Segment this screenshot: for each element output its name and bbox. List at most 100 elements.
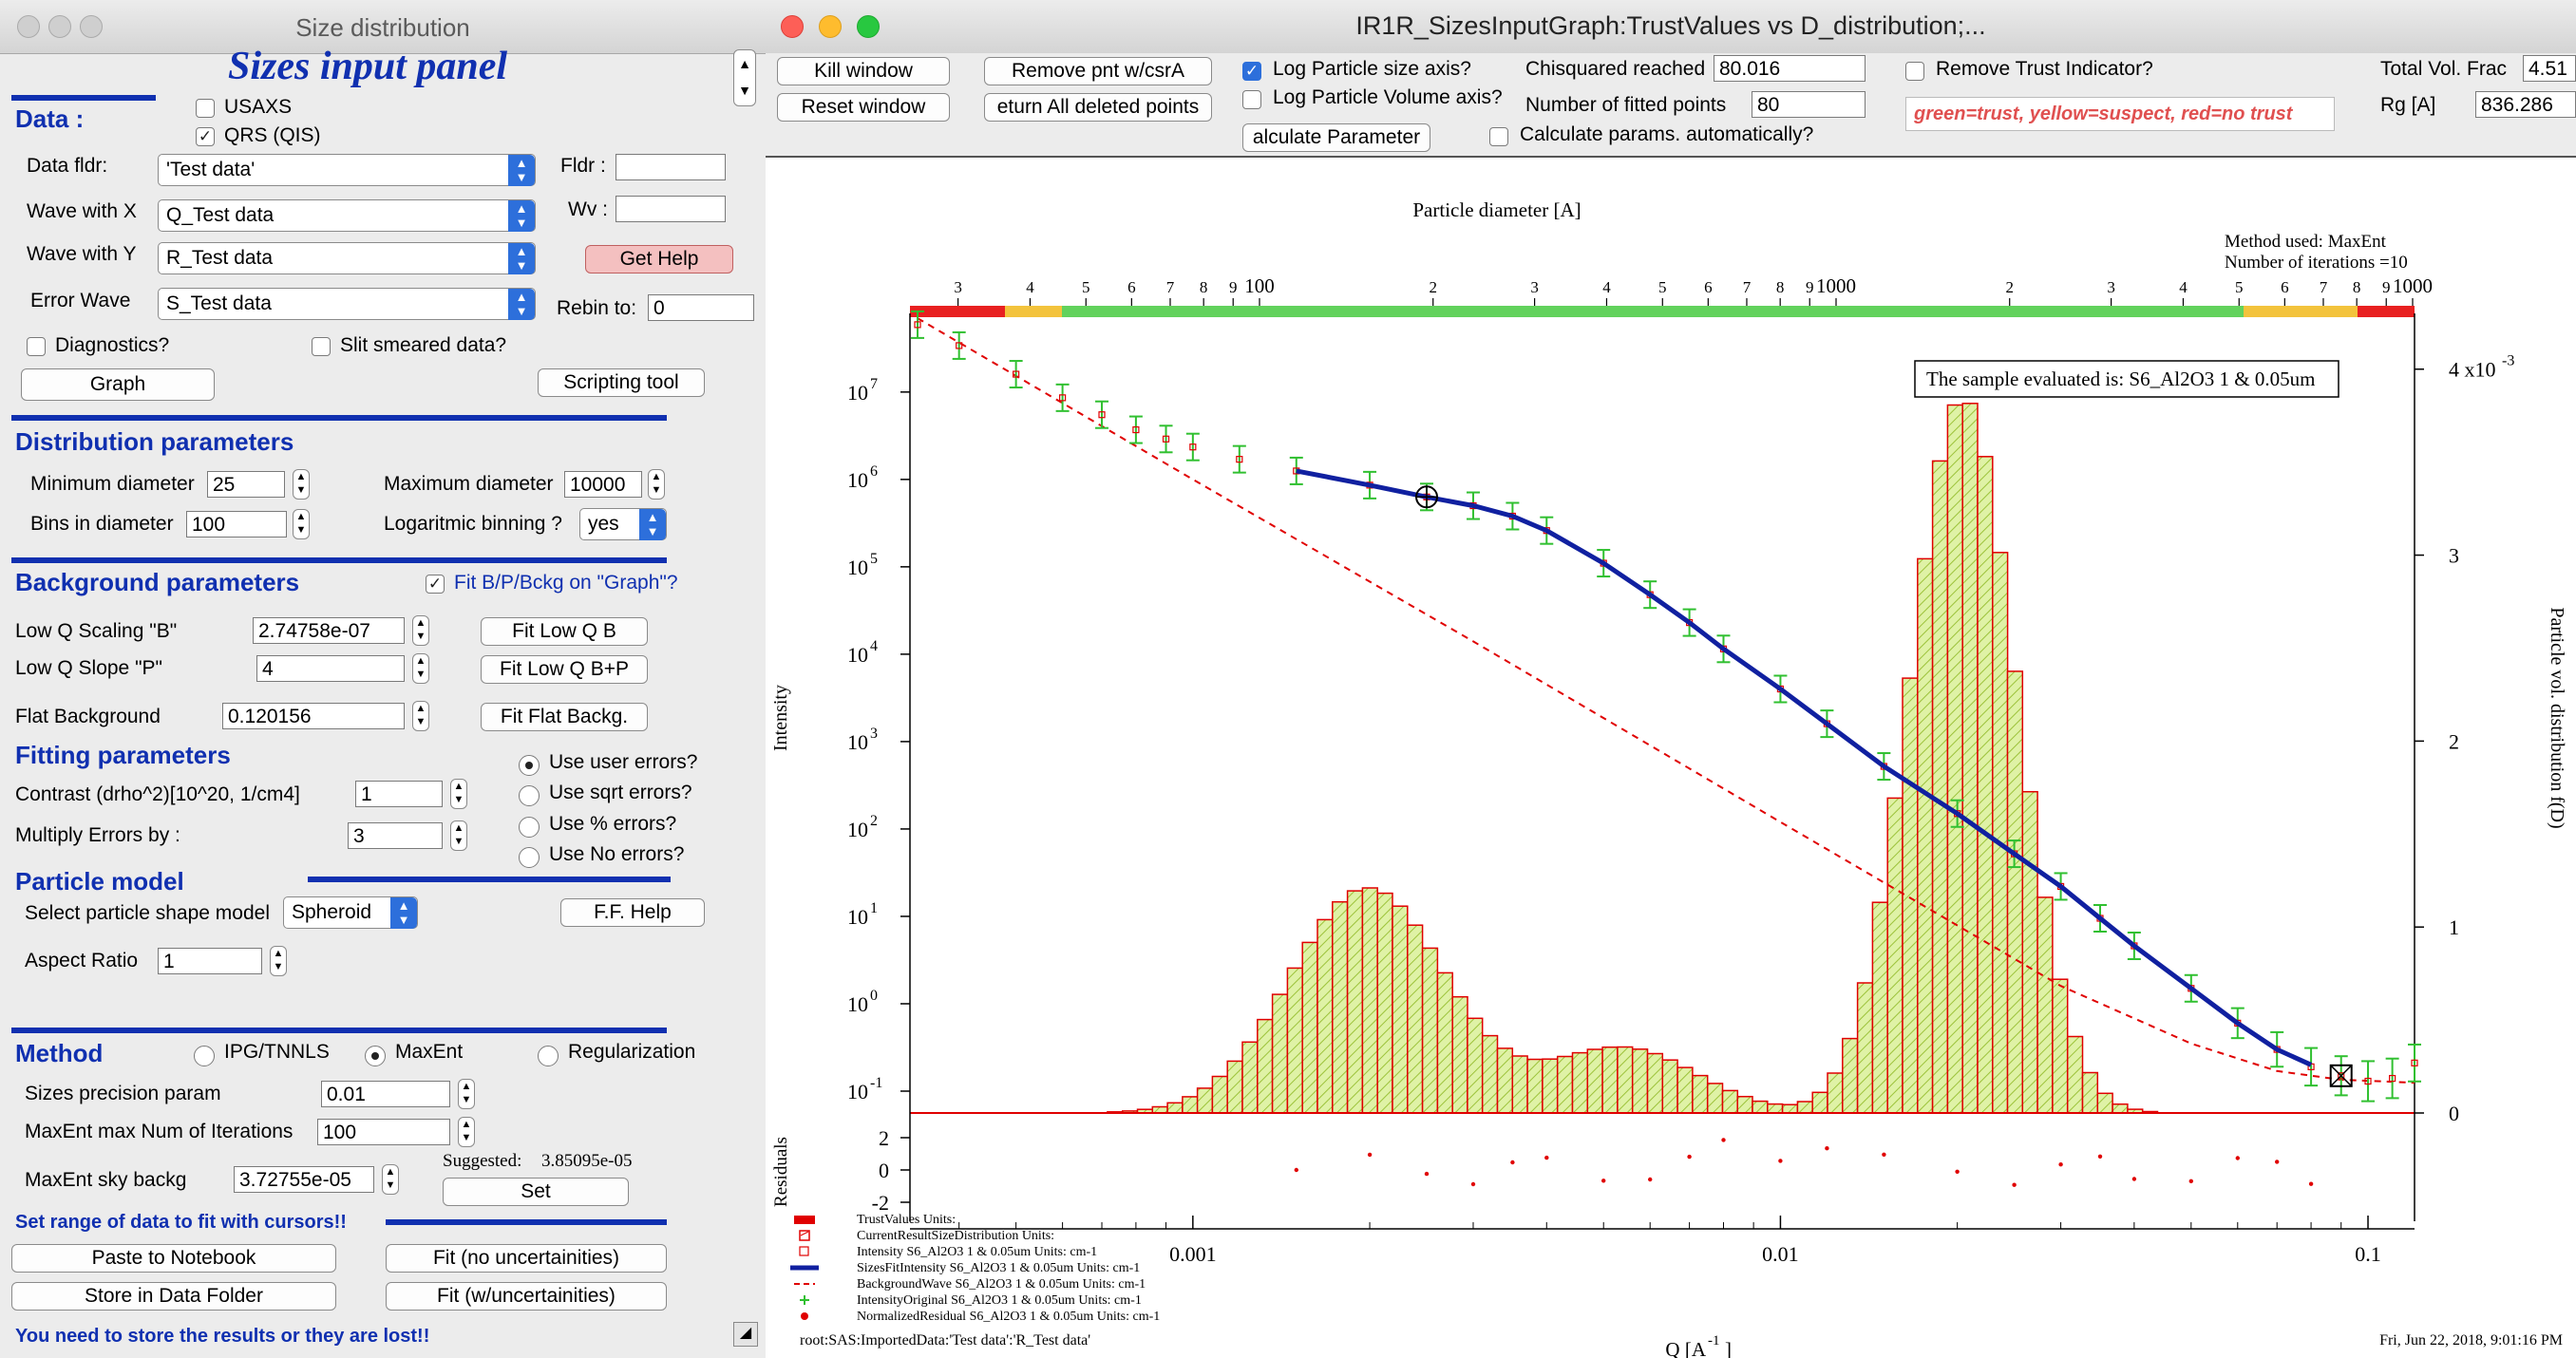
set-button[interactable]: Set [443,1178,629,1206]
return-deleted-button[interactable]: eturn All deleted points [984,93,1212,122]
remove-trust-checkbox[interactable] [1905,62,1924,81]
contrast-stepper[interactable]: ▲ ▼ [450,779,467,809]
ff-help-button[interactable]: F.F. Help [560,898,705,927]
maxent-iter-field[interactable]: 100 [317,1119,450,1145]
lowq-scaling-stepper[interactable]: ▲ ▼ [412,615,429,646]
lowq-slope-field[interactable]: 4 [256,655,405,682]
sky-stepper[interactable]: ▲ ▼ [382,1164,399,1195]
bins-label: Bins in diameter [30,513,174,535]
x-tick-label: 0.01 [1762,1242,1799,1266]
top-tick-label: 1000 [2393,274,2433,297]
max-diam-stepper[interactable]: ▲ ▼ [648,469,665,500]
use-no-errors-radio[interactable] [519,847,540,868]
residual-point [1687,1154,1692,1160]
usaxs-checkbox[interactable] [196,99,215,118]
method-maxent-label: MaxEnt [395,1041,464,1063]
fit-no-unc-button[interactable]: Fit (no uncertainities) [386,1244,667,1273]
precision-label: Sizes precision param [25,1083,221,1104]
histogram-bar [1977,456,1994,1114]
log-binning-select[interactable]: yes ▲ ▼ [579,508,667,540]
fit-lowq-b-button[interactable]: Fit Low Q B [481,617,648,646]
panel-scroll-arrows[interactable]: ▲ ▼ [733,49,756,106]
method-reg-radio[interactable] [538,1046,559,1066]
top-tick-label: 9 [1806,278,1814,296]
use-user-errors-radio[interactable] [519,755,540,776]
graph-toolbar: Kill window Reset window Remove pnt w/cs… [766,53,2576,158]
method-header: Method [15,1039,104,1067]
shape-select[interactable]: Spheroid ▲ ▼ [283,896,418,929]
resize-grip-icon[interactable]: ◢ [733,1322,758,1347]
min-diam-stepper[interactable]: ▲ ▼ [293,469,310,500]
total-vol-field[interactable]: 4.51 [2523,55,2576,82]
graph-button[interactable]: Graph [21,368,215,401]
diagnostics-checkbox[interactable] [27,337,46,356]
method-maxent-radio[interactable] [365,1046,386,1066]
diagnostics-label: Diagnostics? [55,334,170,356]
mult-errors-stepper[interactable]: ▲ ▼ [450,820,467,851]
lowq-scaling-field[interactable]: 2.74758e-07 [253,617,405,644]
use-pct-errors-radio[interactable] [519,817,540,838]
fit-lowq-bp-button[interactable]: Fit Low Q B+P [481,655,648,684]
legend-entry: CurrentResultSizeDistribution Units: [857,1229,1054,1243]
sky-field[interactable]: 3.72755e-05 [234,1166,374,1193]
top-tick-label: 100 [1244,274,1275,297]
histogram-bar [1526,1058,1544,1114]
fldr-field[interactable] [616,154,726,180]
kill-window-button[interactable]: Kill window [777,57,950,85]
histogram-bar [1511,1055,1528,1114]
residual-point [1882,1152,1886,1158]
log-size-checkbox[interactable]: ✓ [1242,62,1261,81]
log-volume-checkbox[interactable] [1242,90,1261,109]
precision-field[interactable]: 0.01 [321,1081,450,1107]
rg-field[interactable]: 836.286 [2475,91,2576,118]
fit-flat-button[interactable]: Fit Flat Backg. [481,703,648,731]
aspect-stepper[interactable]: ▲ ▼ [270,946,287,976]
method-ipg-radio[interactable] [194,1046,215,1066]
mult-errors-field[interactable]: 3 [348,822,443,849]
npts-field[interactable]: 80 [1752,91,1866,118]
remove-pnt-button[interactable]: Remove pnt w/csrA [984,57,1212,85]
right-tick-label: 0 [2449,1102,2459,1125]
bins-field[interactable]: 100 [186,511,287,538]
qrs-checkbox[interactable]: ✓ [196,127,215,146]
flat-bg-field[interactable]: 0.120156 [222,703,405,729]
precision-stepper[interactable]: ▲ ▼ [458,1079,475,1109]
store-button[interactable]: Store in Data Folder [11,1282,336,1311]
min-diam-field[interactable]: 25 [207,471,285,498]
histogram-bar [1556,1055,1574,1114]
calc-auto-checkbox[interactable] [1489,127,1508,146]
calc-parameter-button[interactable]: alculate Parameter [1242,123,1430,152]
slit-smeared-checkbox[interactable] [312,337,331,356]
fit-unc-button[interactable]: Fit (w/uncertainities) [386,1282,667,1311]
chisq-field[interactable]: 80.016 [1714,55,1866,82]
left-tick-label: 10 [847,992,868,1016]
use-sqrt-errors-radio[interactable] [519,785,540,806]
get-help-button[interactable]: Get Help [585,245,733,273]
wave-y-select[interactable]: R_Test data ▲ ▼ [158,242,536,274]
wv-field[interactable] [616,196,726,222]
maxent-iter-stepper[interactable]: ▲ ▼ [458,1117,475,1147]
reset-window-button[interactable]: Reset window [777,93,950,122]
data-fldr-select[interactable]: 'Test data' ▲ ▼ [158,154,536,186]
top-tick-label: 3 [1530,278,1539,296]
dist-bar [11,415,667,421]
fit-bpb-checkbox[interactable]: ✓ [426,575,445,594]
use-no-errors-label: Use No errors? [549,843,685,865]
residual-point [1294,1167,1298,1173]
flat-bg-stepper[interactable]: ▲ ▼ [412,701,429,731]
trust-bar-yellow [2244,306,2358,317]
aspect-field[interactable]: 1 [158,948,262,974]
top-tick-label: 7 [1743,278,1752,296]
paste-notebook-button[interactable]: Paste to Notebook [11,1244,336,1273]
scripting-tool-button[interactable]: Scripting tool [538,368,705,397]
right-tick-label: 1 [2449,915,2459,939]
bins-stepper[interactable]: ▲ ▼ [293,509,310,539]
histogram-bar [1361,887,1378,1114]
error-wave-select[interactable]: S_Test data ▲ ▼ [158,288,536,320]
rebin-field[interactable]: 0 [648,294,754,321]
contrast-field[interactable]: 1 [355,781,443,807]
chisq-label: Chisquared reached [1525,58,1706,80]
max-diam-field[interactable]: 10000 [564,471,642,498]
lowq-slope-stepper[interactable]: ▲ ▼ [412,653,429,684]
wave-x-select[interactable]: Q_Test data ▲ ▼ [158,199,536,232]
